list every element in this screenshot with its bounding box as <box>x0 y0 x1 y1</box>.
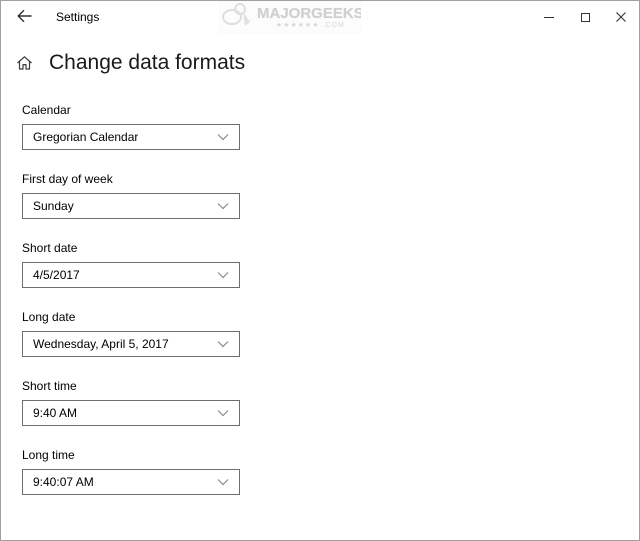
short-date-combobox[interactable]: 4/5/2017 <box>22 262 240 288</box>
chevron-down-icon <box>217 410 229 417</box>
long-date-combobox[interactable]: Wednesday, April 5, 2017 <box>22 331 240 357</box>
field-label: Short time <box>22 378 639 394</box>
close-button[interactable] <box>603 1 639 33</box>
field-calendar: Calendar Gregorian Calendar <box>22 102 639 150</box>
format-fields: Calendar Gregorian Calendar First day of… <box>22 102 639 495</box>
watermark-sub: ★★★★★★ .COM <box>276 22 345 29</box>
combobox-value: Sunday <box>33 199 74 213</box>
page-header: Change data formats <box>16 49 639 77</box>
titlebar: Settings MAJORGEEKS ★★★★★★ .COM <box>1 1 639 33</box>
combobox-value: Wednesday, April 5, 2017 <box>33 337 169 351</box>
maximize-icon <box>581 13 590 22</box>
watermark-suffix: .COM <box>323 22 345 29</box>
home-icon <box>16 55 33 71</box>
combobox-value: 4/5/2017 <box>33 268 80 282</box>
long-time-combobox[interactable]: 9:40:07 AM <box>22 469 240 495</box>
watermark-mouse-icon <box>219 1 253 34</box>
field-long-date: Long date Wednesday, April 5, 2017 <box>22 309 639 357</box>
combobox-value: Gregorian Calendar <box>33 130 138 144</box>
chevron-down-icon <box>217 203 229 210</box>
watermark-brand: MAJORGEEKS <box>257 6 361 21</box>
chevron-down-icon <box>217 272 229 279</box>
chevron-down-icon <box>217 134 229 141</box>
back-button[interactable] <box>1 1 47 33</box>
watermark-stars: ★★★★★★ <box>276 22 320 29</box>
field-long-time: Long time 9:40:07 AM <box>22 447 639 495</box>
first-day-of-week-combobox[interactable]: Sunday <box>22 193 240 219</box>
combobox-value: 9:40:07 AM <box>33 475 94 489</box>
watermark-text: MAJORGEEKS ★★★★★★ .COM <box>257 6 361 29</box>
field-label: First day of week <box>22 171 639 187</box>
field-label: Long date <box>22 309 639 325</box>
caption-buttons <box>531 1 639 33</box>
chevron-down-icon <box>217 341 229 348</box>
field-label: Short date <box>22 240 639 256</box>
window-title: Settings <box>56 1 99 33</box>
field-label: Calendar <box>22 102 639 118</box>
back-arrow-icon <box>16 8 32 27</box>
field-short-time: Short time 9:40 AM <box>22 378 639 426</box>
settings-window: Settings MAJORGEEKS ★★★★★★ .COM <box>0 0 640 541</box>
minimize-icon <box>544 17 554 18</box>
field-label: Long time <box>22 447 639 463</box>
majorgeeks-watermark: MAJORGEEKS ★★★★★★ .COM <box>219 1 361 34</box>
minimize-button[interactable] <box>531 1 567 33</box>
chevron-down-icon <box>217 479 229 486</box>
combobox-value: 9:40 AM <box>33 406 77 420</box>
field-first-day-of-week: First day of week Sunday <box>22 171 639 219</box>
field-short-date: Short date 4/5/2017 <box>22 240 639 288</box>
page-title: Change data formats <box>49 51 245 75</box>
maximize-button[interactable] <box>567 1 603 33</box>
calendar-combobox[interactable]: Gregorian Calendar <box>22 124 240 150</box>
close-icon <box>616 10 626 25</box>
short-time-combobox[interactable]: 9:40 AM <box>22 400 240 426</box>
